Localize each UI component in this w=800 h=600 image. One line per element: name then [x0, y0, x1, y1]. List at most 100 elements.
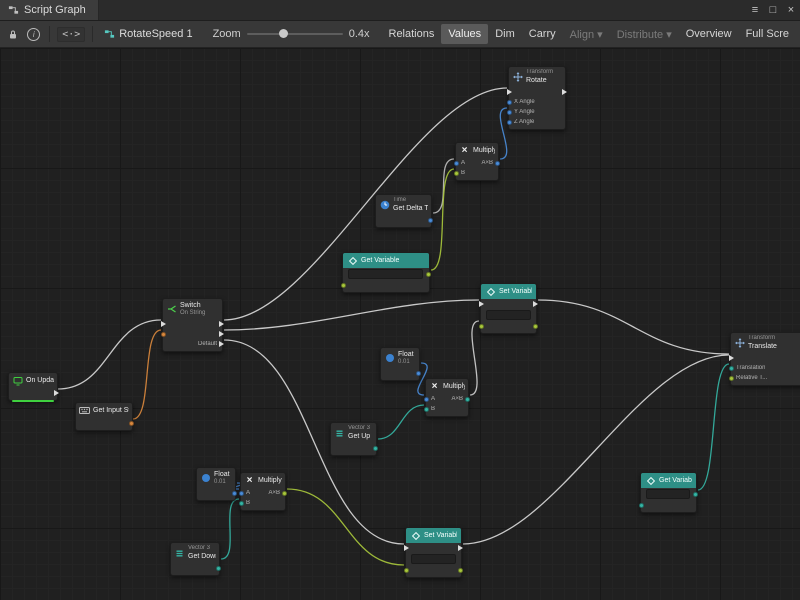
value-port[interactable] [428, 218, 433, 223]
node-float-2[interactable]: Float0.01 [196, 467, 236, 501]
value-port[interactable] [216, 566, 221, 571]
code-view-button[interactable]: <·> [57, 28, 85, 40]
wire[interactable] [463, 355, 729, 544]
node-title: Multiply [258, 476, 282, 485]
graph-reference[interactable]: RotateSpeed 1 [104, 28, 192, 40]
value-port[interactable] [373, 446, 378, 451]
value-port[interactable] [729, 366, 734, 371]
lock-button[interactable] [4, 25, 21, 43]
float-icon [200, 473, 211, 484]
wire[interactable] [378, 405, 424, 439]
node-translate[interactable]: TransformTranslateTranslationRelative T.… [730, 332, 800, 386]
wire[interactable] [58, 320, 161, 389]
wire[interactable] [224, 300, 479, 330]
value-port[interactable] [533, 324, 538, 329]
variable-name-field[interactable] [411, 554, 456, 564]
node-get-variable-1[interactable]: Get Variable [342, 252, 430, 293]
variable-name-field[interactable] [646, 489, 690, 499]
value-port[interactable] [507, 110, 512, 115]
value-port[interactable] [507, 100, 512, 105]
value-port[interactable] [465, 397, 470, 402]
window-maximize-icon[interactable]: □ [764, 0, 782, 20]
flow-port[interactable] [729, 355, 734, 361]
toolbar-button-full-scre[interactable]: Full Scre [739, 24, 796, 44]
flow-port[interactable] [219, 321, 224, 327]
node-on-update[interactable]: On Update [8, 372, 58, 401]
zoom-slider-thumb[interactable] [279, 29, 288, 38]
flow-port[interactable] [562, 89, 567, 95]
variable-icon [485, 286, 496, 297]
window-close-icon[interactable]: × [782, 0, 800, 20]
value-port[interactable] [454, 171, 459, 176]
value-port[interactable] [458, 568, 463, 573]
node-vector3-get-down[interactable]: Vector 3Get Down [170, 542, 220, 576]
value-port[interactable] [639, 503, 644, 508]
wire[interactable] [698, 364, 729, 490]
node-set-variable-1[interactable]: Set Variable [480, 283, 537, 334]
variable-name-field[interactable] [486, 310, 531, 320]
flow-port[interactable] [219, 331, 224, 337]
node-switch-on-string[interactable]: SwitchOn StringDefault [162, 298, 223, 352]
flow-port[interactable] [161, 321, 166, 327]
port-label: B [431, 406, 435, 412]
node-multiply-2[interactable]: ×MultiplyAA×BB [425, 378, 469, 417]
wire[interactable] [221, 499, 239, 559]
node-vector3-get-up[interactable]: Vector 3Get Up [330, 422, 377, 456]
value-port[interactable] [232, 491, 237, 496]
info-button[interactable]: i [25, 25, 42, 43]
value-port[interactable] [161, 332, 166, 337]
value-port[interactable] [424, 397, 429, 402]
toolbar-button-relations[interactable]: Relations [382, 24, 442, 44]
node-subtitle: Transform [748, 335, 777, 342]
wire[interactable] [470, 321, 479, 395]
flow-port[interactable] [479, 301, 484, 307]
flow-port[interactable] [54, 390, 59, 396]
value-port[interactable] [507, 120, 512, 125]
node-get-input-string[interactable]: Get Input Strin... [75, 402, 133, 431]
zoom-slider[interactable] [247, 33, 343, 35]
node-set-variable-2[interactable]: Set Variable [405, 527, 462, 578]
value-port[interactable] [404, 568, 409, 573]
variable-name-field[interactable] [348, 269, 423, 279]
wire[interactable] [133, 330, 161, 419]
node-get-delta-time[interactable]: TimeGet Delta Time [375, 194, 432, 228]
wire[interactable] [431, 169, 454, 270]
toolbar-button-overview[interactable]: Overview [679, 24, 739, 44]
node-multiply-1[interactable]: ×MultiplyAA×BB [455, 142, 499, 181]
value-port[interactable] [416, 371, 421, 376]
value-port[interactable] [424, 407, 429, 412]
tab-script-graph[interactable]: Script Graph [0, 0, 99, 20]
value-port[interactable] [454, 161, 459, 166]
value-port[interactable] [239, 491, 244, 496]
value-port[interactable] [282, 491, 287, 496]
value-port[interactable] [426, 272, 431, 277]
wire[interactable] [538, 300, 729, 354]
flow-port[interactable] [458, 545, 463, 551]
toolbar-button-values[interactable]: Values [441, 24, 488, 44]
wire[interactable] [433, 159, 454, 213]
flow-port[interactable] [404, 545, 409, 551]
node-get-variable-2[interactable]: Get Variable [640, 472, 697, 513]
value-port[interactable] [129, 421, 134, 426]
script-graph-icon [8, 5, 19, 16]
node-float-1[interactable]: Float0.01 [380, 347, 420, 381]
value-port[interactable] [341, 283, 346, 288]
flow-port[interactable] [219, 341, 224, 347]
node-multiply-3[interactable]: ×MultiplyAA×BB [240, 472, 286, 511]
toolbar-button-carry[interactable]: Carry [522, 24, 563, 44]
value-port[interactable] [479, 324, 484, 329]
value-port[interactable] [729, 376, 734, 381]
wire[interactable] [500, 108, 507, 159]
node-rotate[interactable]: TransformRotateX AngleY AngleZ Angle [508, 66, 566, 130]
value-port[interactable] [495, 161, 500, 166]
flow-port[interactable] [533, 301, 538, 307]
value-port[interactable] [239, 501, 244, 506]
value-port[interactable] [693, 492, 698, 497]
wire[interactable] [224, 340, 404, 544]
flow-port[interactable] [507, 89, 512, 95]
wire[interactable] [287, 489, 404, 565]
titlebar-spacer [99, 0, 746, 20]
graph-canvas[interactable]: On Update Get Input Strin... SwitchOn Stri… [0, 48, 800, 600]
window-menu-icon[interactable]: ≡ [746, 0, 764, 20]
toolbar-button-dim[interactable]: Dim [488, 24, 522, 44]
